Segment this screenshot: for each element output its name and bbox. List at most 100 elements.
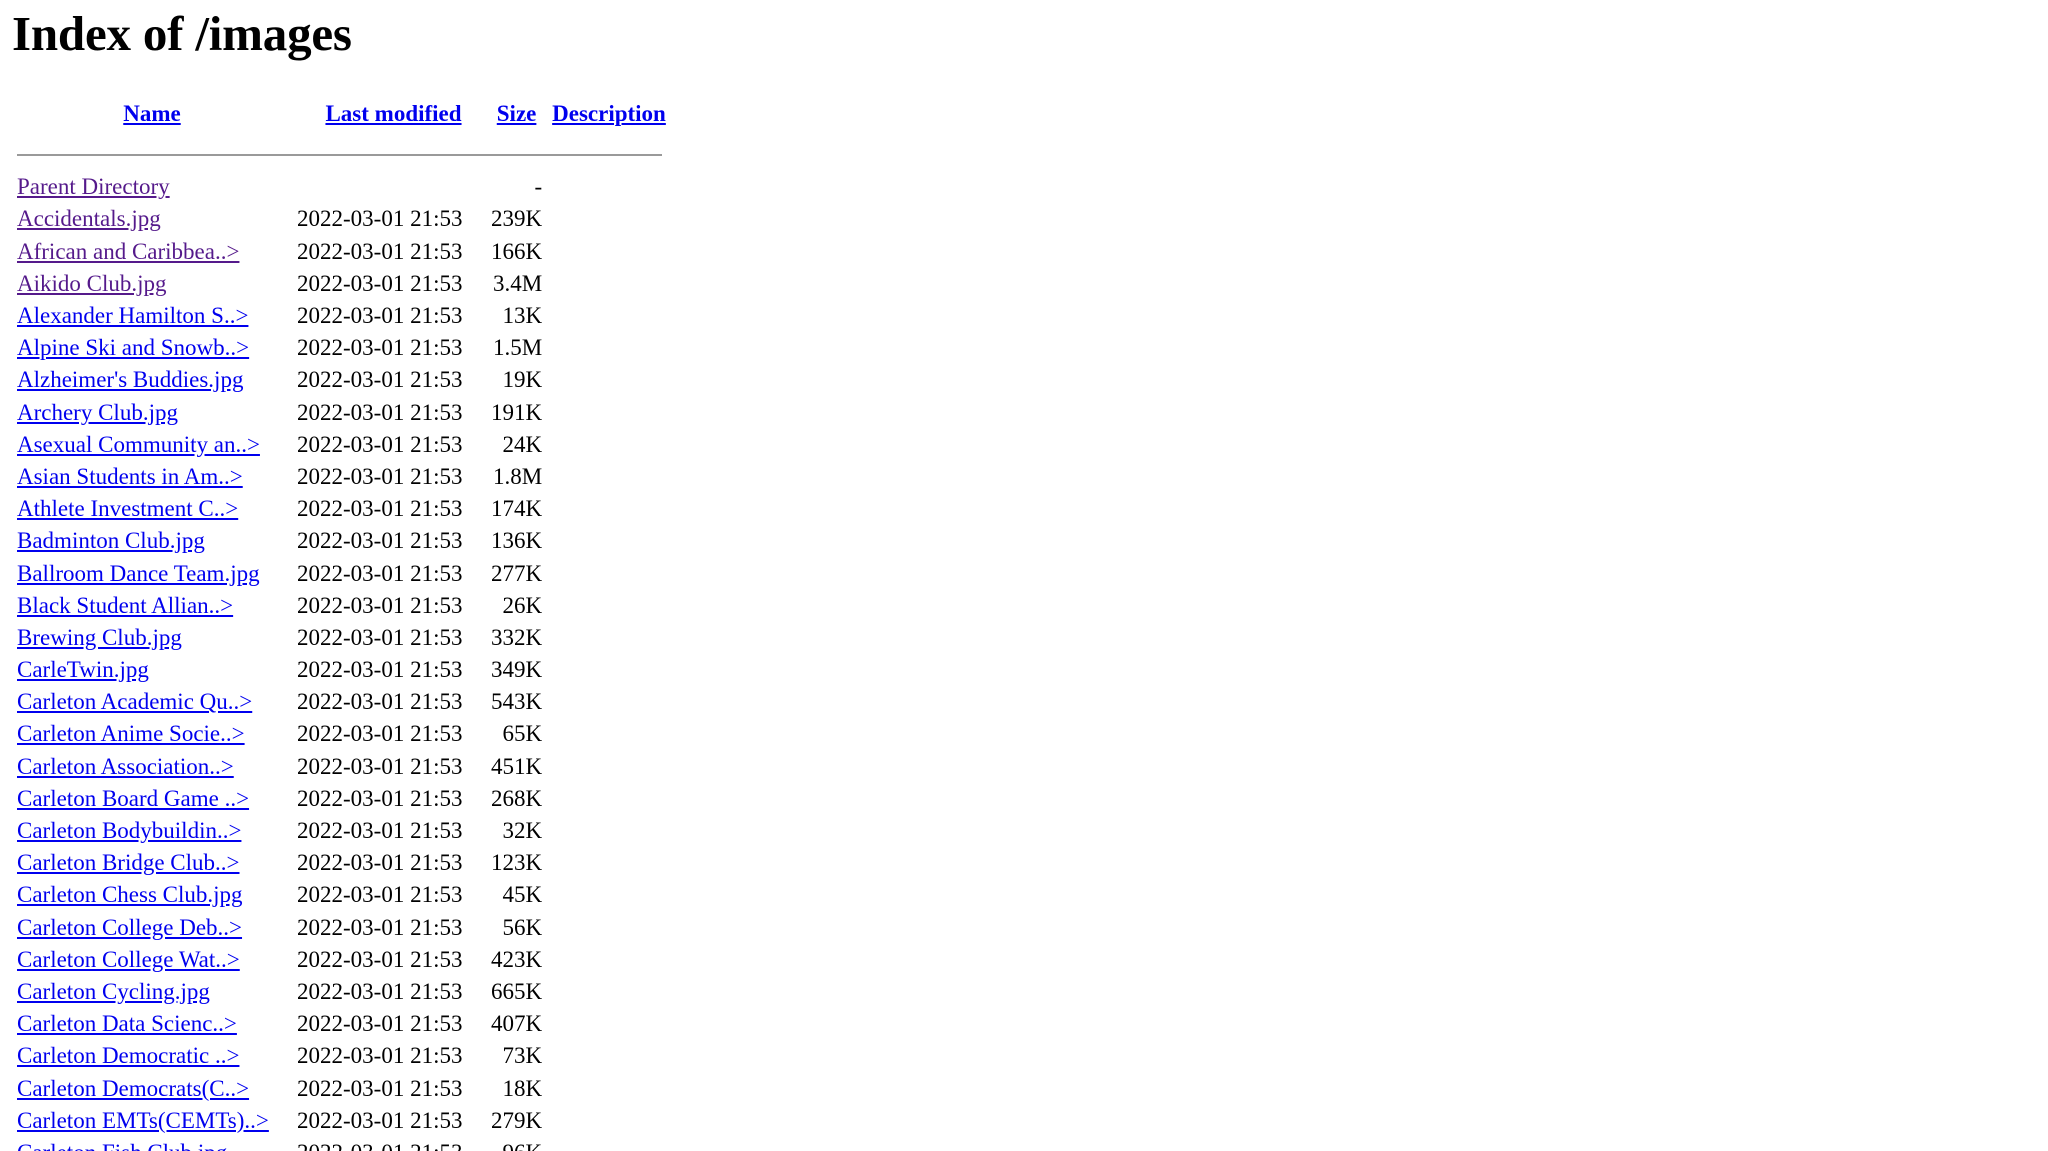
sort-by-name-link[interactable]: Name	[123, 101, 180, 126]
file-link[interactable]: Black Student Allian..>	[17, 593, 233, 618]
file-modified-cell: 2022-03-01 21:53	[297, 914, 463, 940]
file-name-cell: Carleton College Deb..>	[12, 912, 292, 944]
file-description-cell	[547, 912, 671, 944]
file-link[interactable]: Brewing Club.jpg	[17, 625, 182, 650]
file-link[interactable]: Carleton Bridge Club..>	[17, 850, 240, 875]
file-name-cell: Alexander Hamilton S..>	[12, 300, 292, 332]
file-link[interactable]: Carleton Chess Club.jpg	[17, 882, 243, 907]
file-size-cell: 96K	[486, 1137, 547, 1151]
file-name-cell: Black Student Allian..>	[12, 590, 292, 622]
file-size-cell: 1.5M	[492, 335, 543, 361]
file-link[interactable]: Carleton Democratic ..>	[17, 1043, 239, 1068]
file-modified-cell: 2022-03-01 21:53	[297, 978, 463, 1004]
file-link[interactable]: Aikido Club.jpg	[17, 271, 167, 296]
file-name-cell: Carleton Democratic ..>	[12, 1040, 292, 1072]
file-size-cell: 136K	[491, 528, 543, 554]
table-row: Alzheimer's Buddies.jpg 2022-03-01 21:53 1…	[12, 364, 671, 396]
table-row: Carleton Bridge Club..> 2022-03-01 21:53 1…	[12, 847, 671, 879]
file-modified-cell: 2022-03-01 21:53	[297, 657, 463, 683]
file-description-cell	[547, 397, 671, 429]
file-link[interactable]: Carleton Bodybuildin..>	[17, 818, 241, 843]
file-name-cell: Carleton Chess Club.jpg	[12, 879, 292, 911]
table-row: Carleton College Deb..> 2022-03-01 21:53 5…	[12, 912, 671, 944]
size-column-header: Size	[486, 89, 547, 139]
table-row: Carleton Chess Club.jpg 2022-03-01 21:53 4…	[12, 879, 671, 911]
file-name-cell: Asexual Community an..>	[12, 429, 292, 461]
file-name-cell: Carleton College Wat..>	[12, 944, 292, 976]
file-size-cell: 665K	[491, 978, 543, 1004]
table-row: Black Student Allian..> 2022-03-01 21:53 2…	[12, 590, 671, 622]
file-link[interactable]: CarleTwin.jpg	[17, 657, 149, 682]
file-modified-cell: 2022-03-01 21:53	[297, 335, 463, 361]
file-link[interactable]: Carleton Association..>	[17, 754, 234, 779]
file-size-cell: 123K	[491, 850, 543, 876]
file-link[interactable]: Ballroom Dance Team.jpg	[17, 561, 260, 586]
file-modified-cell: 2022-03-01 21:53	[297, 882, 463, 908]
file-size-cell: 18K	[502, 1075, 543, 1101]
table-row: Ballroom Dance Team.jpg 2022-03-01 21:53 2…	[12, 557, 671, 589]
file-link[interactable]: Badminton Club.jpg	[17, 528, 205, 553]
table-row: Asexual Community an..> 2022-03-01 21:53 2…	[12, 429, 671, 461]
file-link[interactable]: Asian Students in Am..>	[17, 464, 243, 489]
file-link[interactable]: Carleton Democrats(C..>	[17, 1076, 249, 1101]
file-size-cell: 13K	[502, 303, 543, 329]
table-row: Alpine Ski and Snowb..> 2022-03-01 21:53 1…	[12, 332, 671, 364]
file-modified-cell: 2022-03-01 21:53	[297, 946, 463, 972]
file-link[interactable]: Archery Club.jpg	[17, 400, 178, 425]
table-row: Carleton Democrats(C..> 2022-03-01 21:53 1…	[12, 1072, 671, 1104]
file-size-cell: 174K	[491, 496, 543, 522]
file-modified-cell: 2022-03-01 21:53	[297, 367, 463, 393]
file-size-cell: 166K	[491, 238, 543, 264]
file-link[interactable]: Athlete Investment C..>	[17, 496, 238, 521]
file-link[interactable]: Carleton Data Scienc..>	[17, 1011, 237, 1036]
file-size-cell: 423K	[491, 946, 543, 972]
file-link[interactable]: Carleton Anime Socie..>	[17, 721, 245, 746]
file-name-cell: Carleton Academic Qu..>	[12, 686, 292, 718]
file-name-cell: Carleton Cycling.jpg	[12, 976, 292, 1008]
table-row: Badminton Club.jpg 2022-03-01 21:53 136K	[12, 525, 671, 557]
file-link[interactable]: Asexual Community an..>	[17, 432, 260, 457]
file-link[interactable]: Carleton Academic Qu..>	[17, 689, 252, 714]
table-row: Carleton Association..> 2022-03-01 21:53 4…	[12, 751, 671, 783]
file-name-cell: Carleton Board Game ..>	[12, 783, 292, 815]
table-row: Archery Club.jpg 2022-03-01 21:53 191K	[12, 397, 671, 429]
file-link[interactable]: Carleton College Wat..>	[17, 947, 240, 972]
file-link[interactable]: Accidentals.jpg	[17, 206, 161, 231]
file-link[interactable]: Carleton Fish Club.jpg	[17, 1140, 227, 1151]
file-size-cell: 268K	[491, 785, 543, 811]
table-row: Carleton Academic Qu..> 2022-03-01 21:53 5…	[12, 686, 671, 718]
file-name-cell: Alzheimer's Buddies.jpg	[12, 364, 292, 396]
parent-directory-link[interactable]: Parent Directory	[17, 174, 170, 199]
file-description-cell	[547, 1105, 671, 1137]
sort-by-last-modified-link[interactable]: Last modified	[325, 101, 461, 126]
table-header-row: Name Last modified Size Description	[12, 89, 671, 139]
file-link[interactable]: Alpine Ski and Snowb..>	[17, 335, 249, 360]
table-row: Carleton Fish Club.jpg 2022-03-01 21:5396…	[12, 1137, 671, 1151]
table-row: Accidentals.jpg 2022-03-01 21:53 239K	[12, 203, 671, 235]
header-divider-row	[12, 139, 671, 171]
file-size-cell: 407K	[491, 1011, 543, 1037]
divider	[17, 154, 662, 157]
file-modified-cell: 2022-03-01 21:53	[297, 850, 463, 876]
sort-by-size-link[interactable]: Size	[497, 101, 537, 126]
file-modified-cell: 2022-03-01 21:53	[297, 399, 463, 425]
file-link[interactable]: Alexander Hamilton S..>	[17, 303, 248, 328]
sort-by-description-link[interactable]: Description	[552, 101, 666, 126]
file-link[interactable]: Alzheimer's Buddies.jpg	[17, 367, 243, 392]
file-link[interactable]: Carleton Board Game ..>	[17, 786, 249, 811]
file-link[interactable]: African and Caribbea..>	[17, 239, 239, 264]
file-size-cell: 277K	[491, 560, 543, 586]
file-description-cell	[547, 557, 671, 589]
file-modified-cell: 2022-03-01 21:53	[297, 785, 463, 811]
file-size-cell: 1.8M	[492, 463, 543, 489]
file-description-cell	[547, 847, 671, 879]
file-size-cell: 65K	[502, 721, 543, 747]
file-name-cell: Badminton Club.jpg	[12, 525, 292, 557]
table-row: Carleton Board Game ..> 2022-03-01 21:53 2…	[12, 783, 671, 815]
file-modified-cell: 2022-03-01 21:53	[297, 463, 463, 489]
file-description-cell	[547, 429, 671, 461]
file-link[interactable]: Carleton College Deb..>	[17, 915, 242, 940]
file-name-cell: Aikido Club.jpg	[12, 268, 292, 300]
file-link[interactable]: Carleton EMTs(CEMTs)..>	[17, 1108, 269, 1133]
file-link[interactable]: Carleton Cycling.jpg	[17, 979, 210, 1004]
